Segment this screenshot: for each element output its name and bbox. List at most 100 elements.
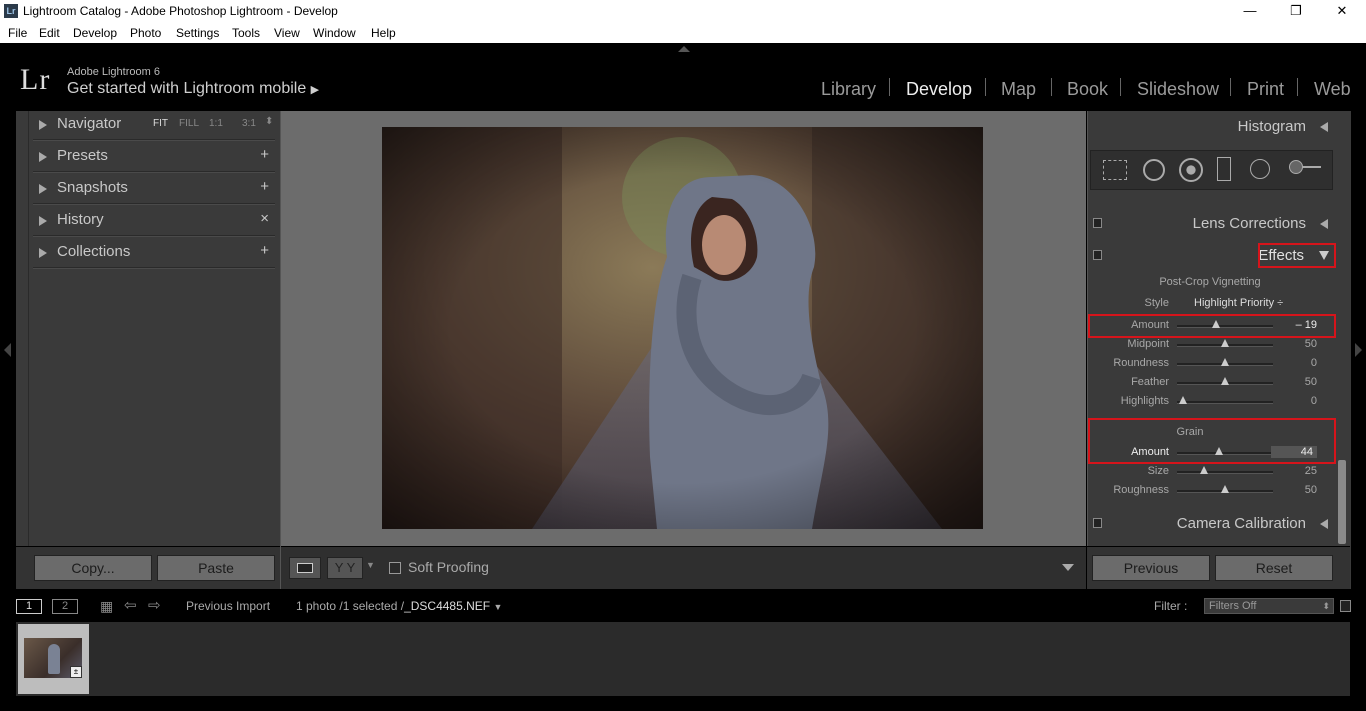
filter-lock-icon[interactable] [1340,600,1351,612]
zoom-fit[interactable]: FIT [153,118,168,129]
slider-label: Roundness [1113,357,1169,369]
zoom-fill[interactable]: FILL [179,118,199,129]
before-after-button[interactable]: Y Y [327,557,363,579]
filmstrip-thumbnail-selected[interactable]: ± [18,624,89,694]
paste-button[interactable]: Paste [157,555,275,581]
slider-value[interactable]: 0 [1311,395,1317,407]
collections-panel-header[interactable]: Collections + [17,239,275,269]
module-print[interactable]: Print [1247,79,1284,100]
graduated-filter-icon[interactable] [1217,157,1231,181]
filter-dropdown[interactable]: Filters Off ⬍ [1204,598,1334,614]
menu-window[interactable]: Window [313,26,356,40]
module-divider [1051,78,1052,96]
menu-help[interactable]: Help [371,26,396,40]
back-arrow-icon[interactable]: ⇦ [124,596,137,614]
menu-file[interactable]: File [8,26,27,40]
snapshots-panel-header[interactable]: Snapshots + [17,175,275,205]
module-slideshow[interactable]: Slideshow [1137,79,1219,100]
previous-button[interactable]: Previous [1092,555,1210,581]
grain-highlight-box [1088,418,1336,464]
zoom-stepper-icon[interactable]: ⬍ [265,116,273,127]
history-panel-header[interactable]: History × [17,207,275,237]
vignette-roundness-slider-row[interactable]: Roundness 0 [1090,355,1330,374]
right-panel-scrollbar[interactable] [1338,460,1346,544]
forward-arrow-icon[interactable]: ⇨ [148,596,161,614]
slider-thumb[interactable] [1221,377,1229,385]
copy-button[interactable]: Copy... [34,555,152,581]
slider-value[interactable]: 0 [1311,357,1317,369]
panel-switch-icon[interactable] [1093,250,1102,260]
title-bar: Lr Lightroom Catalog - Adobe Photoshop L… [0,0,1366,22]
module-book[interactable]: Book [1067,79,1108,100]
grid-icon[interactable]: ▦ [100,598,113,615]
mobile-link-text[interactable]: Get started with Lightroom mobile [67,80,306,97]
slider-track[interactable] [1177,401,1273,404]
module-divider [1120,78,1121,96]
photo-preview[interactable] [382,127,983,529]
slider-track[interactable] [1177,471,1273,474]
slider-thumb[interactable] [1199,466,1208,474]
vignette-feather-slider-row[interactable]: Feather 50 [1090,374,1330,393]
window-2-button[interactable]: 2 [52,599,78,614]
crop-tool-icon[interactable] [1103,160,1127,180]
slider-value[interactable]: 50 [1305,484,1317,496]
vignette-midpoint-slider-row[interactable]: Midpoint 50 [1090,336,1330,355]
red-eye-icon[interactable] [1179,158,1203,182]
slider-value[interactable]: 50 [1305,376,1317,388]
module-divider [1230,78,1231,96]
right-panel-toggle-icon[interactable] [1355,343,1362,357]
window-1-button[interactable]: 1 [16,599,42,614]
slider-value[interactable]: 25 [1305,465,1317,477]
soft-proofing-checkbox[interactable] [389,562,401,574]
presets-panel-header[interactable]: Presets + [17,143,275,173]
histogram-panel-header[interactable]: Histogram [1088,112,1336,142]
zoom-3-1[interactable]: 3:1 [242,118,256,129]
add-snapshot-icon[interactable]: + [260,178,269,195]
slider-thumb[interactable] [1221,485,1229,493]
grain-roughness-slider-row[interactable]: Roughness 50 [1090,482,1330,501]
menu-tools[interactable]: Tools [232,26,260,40]
chevron-down-icon[interactable]: ▼ [366,560,375,570]
menu-view[interactable]: View [274,26,300,40]
menu-develop[interactable]: Develop [73,26,117,40]
radial-filter-icon[interactable] [1250,159,1270,179]
filmstrip-bar: 1 2 ▦ ⇦ ⇨ Previous Import 1 photo /1 sel… [0,589,1366,622]
minimize-button[interactable]: — [1227,0,1273,22]
navigator-panel-header[interactable]: Navigator FIT FILL 1:1 3:1 ⬍ [17,111,275,141]
chevron-down-icon[interactable]: ▼ [493,602,502,612]
loupe-view-button[interactable] [289,557,321,579]
style-dropdown[interactable]: Highlight Priority ÷ [1194,297,1283,309]
module-develop[interactable]: Develop [906,79,972,100]
lens-corrections-panel-header[interactable]: Lens Corrections [1088,209,1336,239]
slider-thumb[interactable] [1221,358,1229,366]
module-map[interactable]: Map [1001,79,1036,100]
left-panel-toggle-icon[interactable] [4,343,11,357]
slider-thumb[interactable] [1178,396,1187,404]
slider-thumb[interactable] [1221,339,1229,347]
panel-switch-icon[interactable] [1093,518,1102,528]
top-panel-toggle-icon[interactable] [678,46,690,52]
menu-edit[interactable]: Edit [39,26,60,40]
edited-badge-icon: ± [70,666,82,678]
module-web[interactable]: Web [1314,79,1351,100]
panel-switch-icon[interactable] [1093,218,1102,228]
toolbar-menu-icon[interactable] [1062,564,1074,571]
divider [33,139,275,141]
source-label[interactable]: Previous Import [186,599,270,613]
spot-removal-icon[interactable] [1143,159,1165,181]
slider-value[interactable]: 50 [1305,338,1317,350]
menu-settings[interactable]: Settings [176,26,219,40]
grain-size-slider-row[interactable]: Size 25 [1090,463,1330,482]
menu-photo[interactable]: Photo [130,26,161,40]
vignette-highlights-slider-row[interactable]: Highlights 0 [1090,393,1330,412]
clear-history-icon[interactable]: × [260,210,269,227]
zoom-1-1[interactable]: 1:1 [209,118,223,129]
close-button[interactable]: ✕ [1319,0,1365,22]
add-collection-icon[interactable]: + [260,242,269,259]
mobile-link[interactable]: Get started with Lightroom mobile ▶ [67,80,319,98]
reset-button[interactable]: Reset [1215,555,1333,581]
add-preset-icon[interactable]: + [260,146,269,163]
module-library[interactable]: Library [821,79,876,100]
camera-calibration-panel-header[interactable]: Camera Calibration [1088,509,1336,539]
maximize-button[interactable]: ❐ [1273,0,1319,22]
